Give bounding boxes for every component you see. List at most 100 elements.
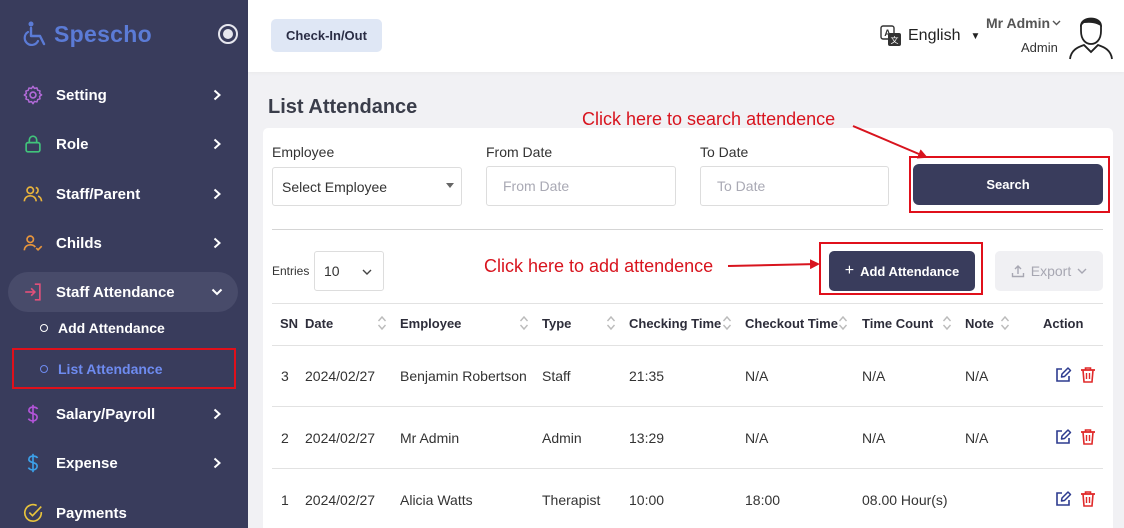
sort-icon[interactable] bbox=[1000, 314, 1010, 332]
cell-date: 2024/02/27 bbox=[305, 492, 376, 508]
avatar[interactable] bbox=[1068, 10, 1114, 60]
app-logo[interactable]: Spescho bbox=[22, 20, 152, 48]
cell-type: Staff bbox=[542, 368, 571, 384]
edit-icon[interactable] bbox=[1054, 366, 1072, 384]
delete-icon[interactable] bbox=[1079, 428, 1097, 446]
sidebar-item-expense[interactable]: Expense bbox=[8, 443, 238, 483]
add-hint-annotation: Click here to add attendence bbox=[484, 256, 714, 276]
sidebar-item-label: Role bbox=[56, 135, 89, 153]
bullet-icon bbox=[40, 324, 48, 332]
cell-date: 2024/02/27 bbox=[305, 368, 376, 384]
column-header-employee[interactable]: Employee bbox=[400, 316, 461, 331]
column-header-action: Action bbox=[1043, 316, 1084, 331]
from-date-input[interactable] bbox=[486, 166, 676, 206]
delete-icon[interactable] bbox=[1079, 490, 1097, 508]
plus-icon: + bbox=[844, 262, 855, 279]
logo-text: Spescho bbox=[54, 20, 152, 47]
chevron-right-icon bbox=[206, 408, 228, 420]
employee-select[interactable]: Select Employee bbox=[272, 167, 462, 206]
sidebar-subitem-add-attendance[interactable]: Add Attendance bbox=[40, 317, 165, 339]
wheelchair-icon bbox=[23, 21, 46, 46]
cell-employee: Alicia Watts bbox=[400, 492, 473, 508]
user-name: Mr Admin bbox=[986, 15, 1051, 31]
cell-checkout-time: 18:00 bbox=[745, 492, 781, 508]
column-header-sn: SN bbox=[280, 316, 299, 331]
chevron-right-icon bbox=[206, 89, 228, 101]
cell-checking-time: 21:35 bbox=[629, 368, 665, 384]
add-attendance-button[interactable]: + Add Attendance bbox=[829, 251, 975, 291]
sort-icon[interactable] bbox=[722, 314, 732, 332]
upload-icon bbox=[1011, 265, 1024, 278]
sidebar-item-role[interactable]: Role bbox=[8, 124, 238, 164]
check-circle-icon bbox=[22, 502, 44, 524]
sidebar-item-setting[interactable]: Setting bbox=[8, 75, 238, 115]
sidebar-item-label: Setting bbox=[56, 86, 107, 104]
export-button[interactable]: Export bbox=[995, 251, 1103, 291]
column-header-date[interactable]: Date bbox=[305, 316, 333, 331]
dollar-icon bbox=[22, 403, 44, 425]
cell-checking-time: 10:00 bbox=[629, 492, 665, 508]
to-date-input[interactable] bbox=[700, 166, 889, 206]
cell-sn: 3 bbox=[281, 368, 289, 384]
column-header-checkout-time[interactable]: Checkout Time bbox=[745, 316, 838, 331]
cell-time-count: N/A bbox=[862, 368, 886, 384]
check-in-out-button[interactable]: Check-In/Out bbox=[271, 19, 382, 52]
edit-icon[interactable] bbox=[1054, 490, 1072, 508]
column-header-checking-time[interactable]: Checking Time bbox=[629, 316, 721, 331]
cell-note: N/A bbox=[965, 368, 989, 384]
cell-time-count: 08.00 Hour(s) bbox=[862, 492, 948, 508]
login-icon bbox=[22, 281, 44, 303]
language-label: English bbox=[908, 27, 961, 44]
sort-icon[interactable] bbox=[838, 314, 848, 332]
cell-sn: 1 bbox=[281, 492, 289, 508]
sidebar-item-staff-attendance[interactable]: Staff Attendance bbox=[8, 272, 238, 312]
dollar-icon bbox=[22, 452, 44, 474]
chevron-right-icon bbox=[206, 188, 228, 200]
chevron-right-icon bbox=[206, 457, 228, 469]
chevron-right-icon bbox=[206, 138, 228, 150]
user-menu[interactable]: Mr Admin bbox=[986, 15, 1061, 31]
sidebar-item-payments[interactable]: Payments bbox=[8, 493, 238, 528]
sidebar-item-salary-payroll[interactable]: Salary/Payroll bbox=[8, 394, 238, 434]
sidebar-item-staff-parent[interactable]: Staff/Parent bbox=[8, 174, 238, 214]
chevron-down-icon bbox=[206, 288, 228, 296]
lock-icon bbox=[22, 133, 44, 155]
cell-employee: Benjamin Robertson bbox=[400, 368, 527, 384]
from-date-label: From Date bbox=[486, 144, 553, 160]
entries-select[interactable]: 10 bbox=[314, 251, 384, 291]
language-selector[interactable]: A 文 English ▼ bbox=[880, 25, 980, 47]
edit-icon[interactable] bbox=[1054, 428, 1072, 446]
export-label: Export bbox=[1030, 263, 1072, 279]
entries-value: 10 bbox=[324, 263, 340, 279]
svg-text:文: 文 bbox=[891, 35, 899, 45]
cell-checkout-time: N/A bbox=[745, 368, 769, 384]
top-bar: Check-In/Out A 文 English ▼ Mr Admin Admi… bbox=[248, 0, 1124, 72]
employee-select-value: Select Employee bbox=[282, 178, 388, 195]
sidebar-item-label: Staff/Parent bbox=[56, 185, 141, 203]
employee-label: Employee bbox=[272, 144, 335, 160]
table-divider bbox=[272, 406, 1103, 407]
to-date-label: To Date bbox=[700, 144, 749, 160]
delete-icon[interactable] bbox=[1079, 366, 1097, 384]
sidebar-collapse-toggle[interactable] bbox=[218, 24, 238, 44]
column-header-note[interactable]: Note bbox=[965, 316, 994, 331]
sort-icon[interactable] bbox=[942, 314, 952, 332]
column-header-type[interactable]: Type bbox=[542, 316, 571, 331]
table-divider bbox=[272, 303, 1103, 304]
search-button[interactable]: Search bbox=[913, 164, 1103, 205]
sort-icon[interactable] bbox=[606, 314, 616, 332]
sidebar-item-label: Expense bbox=[56, 454, 118, 472]
search-hint-annotation: Click here to search attendence bbox=[582, 109, 836, 129]
sort-icon[interactable] bbox=[377, 314, 387, 332]
chevron-down-icon bbox=[361, 265, 373, 281]
translate-icon: A 文 bbox=[880, 25, 901, 46]
sidebar-item-childs[interactable]: Childs bbox=[8, 223, 238, 263]
cell-employee: Mr Admin bbox=[400, 430, 460, 446]
column-header-time-count[interactable]: Time Count bbox=[862, 316, 933, 331]
sidebar: Spescho Setting Role Staff/Parent Childs bbox=[0, 0, 248, 528]
table-divider bbox=[272, 345, 1103, 346]
divider bbox=[272, 229, 1103, 230]
sort-icon[interactable] bbox=[519, 314, 529, 332]
cell-checkout-time: N/A bbox=[745, 430, 769, 446]
gear-icon bbox=[22, 84, 44, 106]
